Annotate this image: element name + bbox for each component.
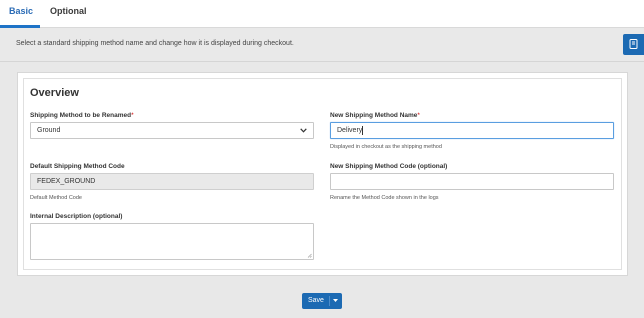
info-text: Select a standard shipping method name a…: [16, 40, 294, 47]
bookmark-icon: [629, 39, 638, 49]
caret-down-icon[interactable]: [333, 299, 338, 302]
tab-basic[interactable]: Basic: [9, 6, 33, 16]
new-name-input[interactable]: Delivery: [330, 122, 614, 139]
shipping-method-value: Ground: [37, 127, 61, 134]
internal-description-textarea[interactable]: [30, 223, 314, 260]
chevron-down-icon: [300, 128, 307, 133]
tab-optional[interactable]: Optional: [50, 6, 87, 16]
shipping-method-select[interactable]: Ground: [30, 122, 314, 139]
default-code-help: Default Method Code: [30, 195, 82, 201]
button-divider: [329, 296, 330, 306]
new-name-label: New Shipping Method Name*: [330, 112, 420, 119]
shipping-method-label: Shipping Method to be Renamed*: [30, 112, 134, 119]
section-title: Overview: [30, 87, 79, 99]
save-label: Save: [308, 297, 324, 304]
side-panel-button[interactable]: [623, 34, 644, 55]
save-button[interactable]: Save: [302, 293, 342, 309]
new-name-label-text: New Shipping Method Name: [330, 112, 418, 119]
new-code-help: Rename the Method Code shown in the logs: [330, 195, 439, 201]
new-code-input[interactable]: [330, 173, 614, 190]
default-code-label: Default Shipping Method Code: [30, 163, 125, 170]
required-mark: *: [417, 112, 420, 119]
required-mark: *: [131, 112, 134, 119]
internal-description-label: Internal Description (optional): [30, 213, 123, 220]
resize-grip-icon[interactable]: [307, 253, 312, 258]
tab-bar: Basic Optional: [0, 0, 644, 28]
text-cursor: [362, 125, 364, 135]
new-name-help: Displayed in checkout as the shipping me…: [330, 144, 442, 150]
info-bar: Select a standard shipping method name a…: [0, 28, 644, 62]
default-code-field: FEDEX_GROUND: [30, 173, 314, 190]
new-code-label: New Shipping Method Code (optional): [330, 163, 448, 170]
shipping-method-label-text: Shipping Method to be Renamed: [30, 112, 132, 119]
new-name-value: Delivery: [337, 127, 363, 134]
